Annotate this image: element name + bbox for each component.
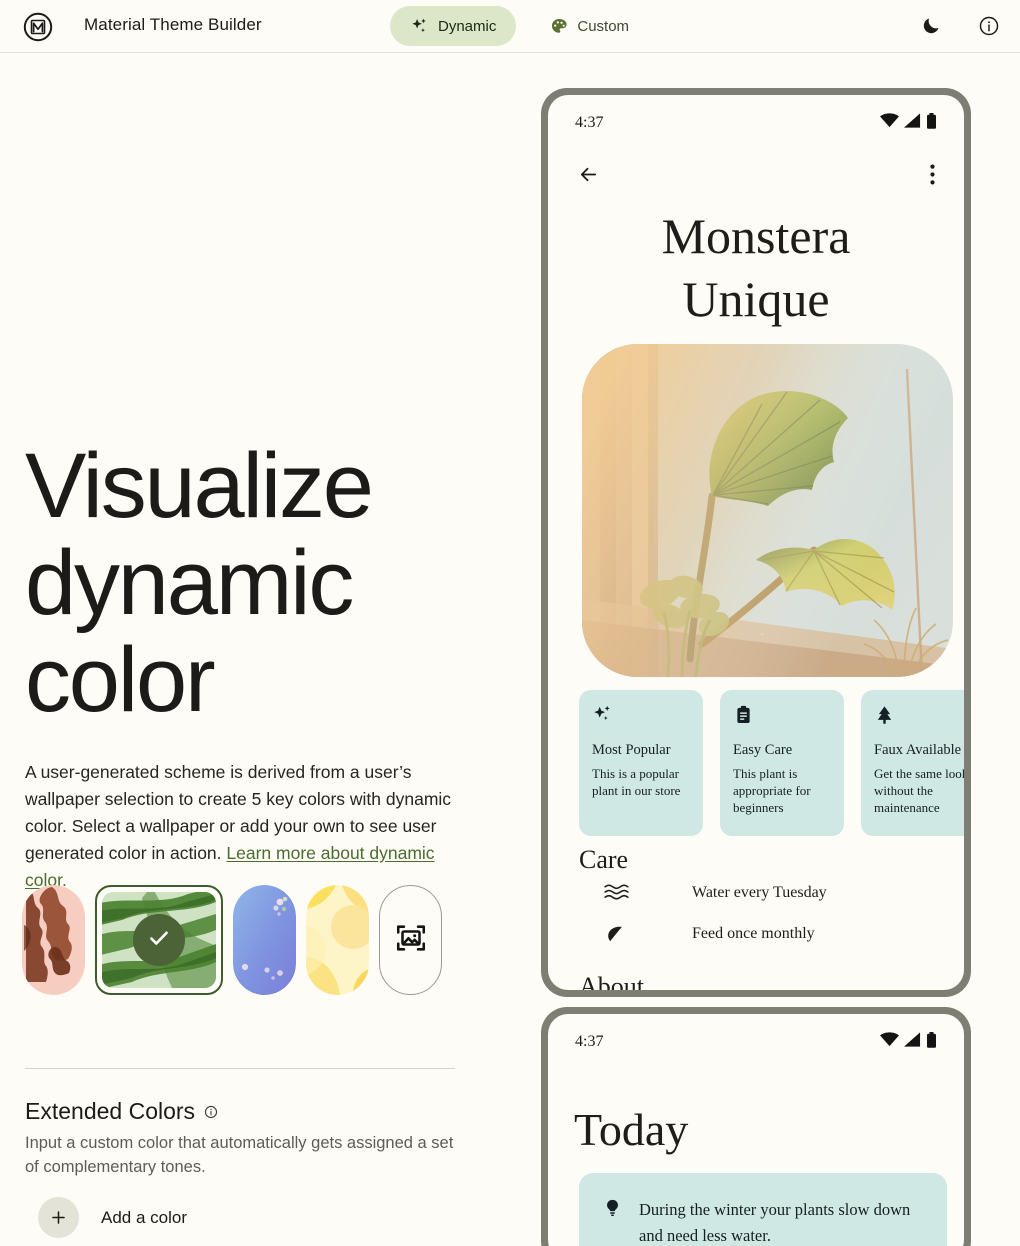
status-time: 4:37 <box>575 114 604 131</box>
tree-icon <box>874 704 964 734</box>
info-icon <box>978 15 1000 40</box>
add-a-color-button[interactable]: Add a color <box>38 1197 187 1238</box>
selected-check-badge <box>133 914 185 966</box>
moon-icon <box>921 15 942 39</box>
sparkle-icon <box>592 704 690 734</box>
tip-card[interactable]: During the winter your plants slow down … <box>579 1173 947 1246</box>
phone-preview-plant-detail: 4:37 Monstera Unique Most Popular This i… <box>541 88 971 997</box>
feature-card[interactable]: Faux Available Get the same look without… <box>861 690 964 836</box>
mode-segmented-control: Dynamic Custom <box>390 6 649 46</box>
back-arrow-icon[interactable] <box>577 163 600 191</box>
wallpaper-swatch-yellow[interactable] <box>306 885 369 995</box>
cellular-signal-icon <box>904 1032 921 1052</box>
status-time: 4:37 <box>575 1033 604 1050</box>
care-list-item-label: Water every Tuesday <box>692 883 827 901</box>
image-upload-icon <box>394 921 428 960</box>
topbar-actions <box>914 10 1006 44</box>
feature-card[interactable]: Easy Care This plant is appropriate for … <box>720 690 844 836</box>
tab-custom-label: Custom <box>577 17 630 35</box>
feature-card-body: This is a popular plant in our store <box>592 766 681 798</box>
plant-title: Monstera Unique <box>548 205 964 331</box>
wifi-icon <box>880 1032 899 1052</box>
dark-mode-toggle[interactable] <box>914 10 948 44</box>
feature-card-list: Most Popular This is a popular plant in … <box>579 690 964 836</box>
feature-card-title: Easy Care <box>733 742 793 758</box>
status-bar: 4:37 <box>548 1014 964 1070</box>
hero-line-3: color <box>25 629 216 731</box>
about-heading: About <box>579 972 644 990</box>
care-list-item: Water every Tuesday <box>604 883 827 902</box>
wallpaper-swatch-list <box>22 885 442 995</box>
tab-custom[interactable]: Custom <box>530 6 649 46</box>
leaf-icon <box>604 923 658 945</box>
app-bar <box>548 151 964 203</box>
tab-dynamic[interactable]: Dynamic <box>390 6 517 46</box>
extended-colors-heading: Extended Colors <box>25 1098 218 1125</box>
section-divider <box>25 1068 455 1069</box>
material-m-logo-icon <box>22 11 54 43</box>
feature-card-body: Get the same look without the maintenanc… <box>874 766 964 815</box>
description-paragraph: A user-generated scheme is derived from … <box>25 759 461 894</box>
page-title: Visualize dynamic color <box>25 438 425 729</box>
care-list-item: Feed once monthly <box>604 923 815 945</box>
wallpaper-swatch-blue[interactable] <box>233 885 296 995</box>
left-content-panel: Visualize dynamic color A user-generated… <box>0 53 520 1246</box>
status-icon-group <box>880 112 937 134</box>
material-theme-builder-app: Material Theme Builder Dynamic Custom Vi… <box>0 0 1020 1246</box>
info-button[interactable] <box>972 10 1006 44</box>
extended-colors-title: Extended Colors <box>25 1098 196 1124</box>
hero-line-1: Visualize <box>25 435 374 537</box>
wallpaper-swatch-coral[interactable] <box>22 885 85 995</box>
plus-icon <box>38 1197 79 1238</box>
status-bar: 4:37 <box>548 95 964 151</box>
tip-text: During the winter your plants slow down … <box>639 1200 911 1245</box>
extended-colors-subtitle: Input a custom color that automatically … <box>25 1134 454 1176</box>
cellular-signal-icon <box>904 113 921 133</box>
clipboard-icon <box>733 704 831 734</box>
monstera-plant-window-photo <box>582 344 953 677</box>
battery-icon <box>926 112 937 134</box>
tab-dynamic-label: Dynamic <box>438 17 497 35</box>
hero-line-2: dynamic <box>25 532 354 634</box>
info-icon[interactable] <box>204 1098 218 1125</box>
app-title: Material Theme Builder <box>84 15 262 34</box>
battery-icon <box>926 1031 937 1053</box>
water-waves-icon <box>604 883 658 902</box>
top-app-bar: Material Theme Builder Dynamic Custom <box>0 0 1020 53</box>
feature-card-title: Faux Available <box>874 742 962 758</box>
add-wallpaper-button[interactable] <box>379 885 442 995</box>
wallpaper-swatch-green-selected[interactable] <box>95 885 223 995</box>
more-vert-icon[interactable] <box>930 164 935 190</box>
wifi-icon <box>880 113 899 133</box>
today-heading: Today <box>574 1104 689 1155</box>
feature-card-title: Most Popular <box>592 742 671 758</box>
feature-card-body: This plant is appropriate for beginners <box>733 766 811 815</box>
plant-title-line-2: Unique <box>682 271 830 327</box>
check-icon <box>146 925 172 956</box>
feature-card[interactable]: Most Popular This is a popular plant in … <box>579 690 703 836</box>
add-a-color-label: Add a color <box>101 1207 187 1227</box>
palette-icon <box>550 17 568 35</box>
sparkle-icon <box>410 17 429 36</box>
phone-preview-today: 4:37 Today During the winter your plants… <box>541 1007 971 1246</box>
care-heading: Care <box>579 845 629 874</box>
status-icon-group <box>880 1031 937 1053</box>
care-list-item-label: Feed once monthly <box>692 925 815 942</box>
lightbulb-icon <box>603 1197 622 1246</box>
plant-title-line-1: Monstera <box>661 208 851 264</box>
